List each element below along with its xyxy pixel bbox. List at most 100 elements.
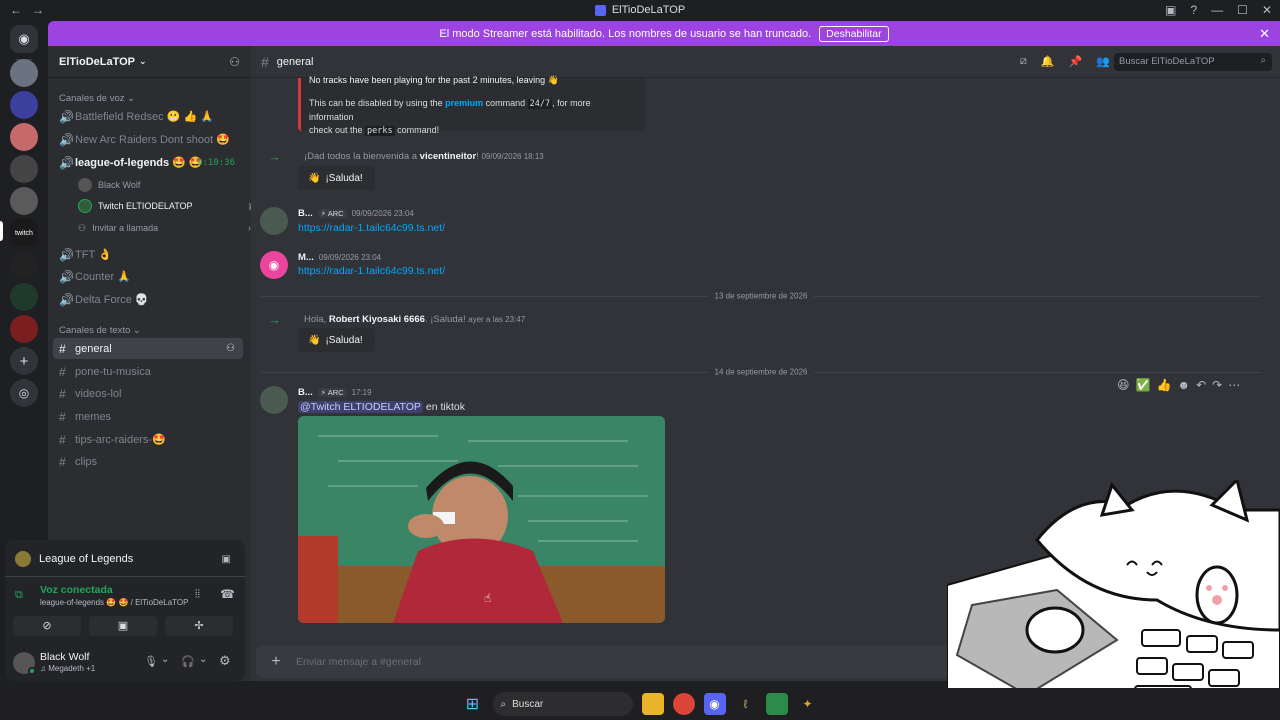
server-icon[interactable] bbox=[10, 315, 38, 343]
speaker-icon: 🔊 bbox=[59, 292, 74, 307]
user-info[interactable]: Black Wolf ♫ Megadeth +1 bbox=[13, 650, 153, 676]
voice-channel[interactable]: 🔊 New Arc Raiders Dont shoot 🤩 bbox=[53, 129, 243, 150]
invite-icon[interactable]: ⚇ bbox=[226, 343, 235, 354]
text-channel[interactable]: # memes bbox=[53, 406, 243, 427]
server-icon[interactable] bbox=[10, 283, 38, 311]
forward-icon[interactable]: ↷ bbox=[1212, 378, 1222, 392]
discord-home-icon[interactable]: ◉ bbox=[10, 25, 38, 53]
close-banner-icon[interactable]: ✕ bbox=[1259, 26, 1270, 42]
chevron-down-icon[interactable]: ⌄ bbox=[199, 654, 207, 665]
camera-button[interactable]: ⊘ bbox=[13, 616, 81, 636]
voice-user[interactable]: Black Wolf bbox=[78, 176, 140, 194]
text-category[interactable]: Canales de texto ⌄ bbox=[48, 322, 141, 338]
inbox-icon[interactable]: ▣ bbox=[1165, 3, 1176, 17]
member-list-icon[interactable]: 👥 bbox=[1096, 55, 1110, 68]
add-server-icon[interactable]: + bbox=[10, 347, 38, 375]
activity-row[interactable]: League of Legends ▣ bbox=[15, 548, 235, 570]
server-name: ElTioDeLaTOP bbox=[59, 55, 136, 68]
invite-call[interactable]: ⚇ Invitar a llamada › bbox=[78, 219, 251, 237]
add-reaction-icon[interactable]: ☻ bbox=[1177, 378, 1190, 392]
author-name[interactable]: M... bbox=[298, 252, 314, 263]
channel-title: general bbox=[276, 55, 314, 68]
voice-channel-label: Battlefield Redsec 😬 👍 🙏 bbox=[75, 111, 214, 123]
close-window-icon[interactable]: ✕ bbox=[1262, 3, 1272, 17]
taskbar-search[interactable]: ⌕ Buscar bbox=[492, 692, 633, 716]
joined-user[interactable]: Robert Kiyosaki 6666 bbox=[329, 314, 425, 325]
windows-start-icon[interactable]: ⊞ bbox=[462, 693, 484, 715]
threads-icon[interactable]: ⧄ bbox=[1020, 55, 1027, 68]
discord-avatar-icon[interactable]: ◉ bbox=[260, 251, 288, 279]
notification-bell-icon[interactable]: 🔔 bbox=[1041, 55, 1055, 68]
disable-button[interactable]: Deshabilitar bbox=[819, 25, 889, 42]
voice-channel-path[interactable]: league-of-legends 🤩 🤩 / ElTioDeLaTOP bbox=[40, 598, 188, 607]
check-reaction-icon[interactable]: ✅ bbox=[1136, 378, 1151, 392]
game-icon[interactable]: ✦ bbox=[797, 693, 819, 715]
server-icon[interactable] bbox=[10, 251, 38, 279]
wave-sticker-icon: 👋 bbox=[308, 172, 321, 184]
microphone-icon[interactable]: 🎙 bbox=[144, 655, 158, 668]
attach-plus-icon[interactable]: + bbox=[256, 653, 296, 671]
server-icon[interactable] bbox=[10, 91, 38, 119]
text-channel-general[interactable]: # general ⚇ bbox=[53, 338, 243, 359]
voice-channel[interactable]: 🔊 TFT 👌 bbox=[53, 244, 243, 265]
activities-button[interactable]: ✢ bbox=[165, 616, 233, 636]
author-name[interactable]: B... bbox=[298, 208, 313, 219]
user-mention[interactable]: @Twitch ELTIODELATOP bbox=[298, 401, 423, 413]
server-icon[interactable] bbox=[10, 123, 38, 151]
noise-suppression-icon[interactable]: ⦙⦙ bbox=[195, 588, 200, 601]
message-link[interactable]: https://radar-1.tailc64c99.ts.net/ bbox=[298, 265, 445, 277]
attached-image[interactable]: ☝ bbox=[298, 416, 665, 623]
signal-icon[interactable]: ⧉ bbox=[15, 589, 23, 602]
disconnect-icon[interactable]: ☎ bbox=[220, 587, 235, 601]
author-name[interactable]: B... bbox=[298, 387, 313, 398]
server-icon-eltiodelatop[interactable]: twitch bbox=[10, 219, 38, 247]
voice-channel[interactable]: 🔊 Counter 🙏 bbox=[53, 266, 243, 287]
maximize-icon[interactable]: ☐ bbox=[1237, 3, 1248, 17]
file-explorer-icon[interactable] bbox=[641, 693, 664, 715]
text-channel[interactable]: # videos-lol bbox=[53, 383, 243, 404]
chrome-icon[interactable] bbox=[672, 693, 695, 715]
avatar[interactable] bbox=[260, 207, 288, 235]
search-input[interactable]: Buscar ElTioDeLaTOP ⌕ bbox=[1114, 53, 1272, 71]
voice-connected-label[interactable]: Voz conectada bbox=[40, 584, 113, 596]
pinned-icon[interactable]: 📌 bbox=[1069, 55, 1083, 68]
app-icon[interactable] bbox=[765, 693, 788, 715]
voice-channel[interactable]: 🔊 Battlefield Redsec 😬 👍 🙏 bbox=[53, 106, 243, 127]
discover-icon[interactable]: ◎ bbox=[10, 379, 38, 407]
joined-user[interactable]: vicentineitor bbox=[420, 151, 477, 162]
reply-icon[interactable]: ↶ bbox=[1196, 378, 1206, 392]
discord-taskbar-icon[interactable]: ◉ bbox=[703, 693, 726, 715]
premium-link[interactable]: premium bbox=[445, 98, 483, 108]
server-icon[interactable] bbox=[10, 155, 38, 183]
voice-channel[interactable]: 🔊 Delta Force 💀 bbox=[53, 289, 243, 310]
headset-icon[interactable]: 🎧 bbox=[181, 655, 195, 668]
league-client-icon[interactable]: ℓ bbox=[735, 693, 757, 715]
screen-share-button[interactable]: ▣ bbox=[89, 616, 157, 636]
help-icon[interactable]: ? bbox=[1190, 3, 1197, 17]
stream-activity-icon[interactable]: ▣ bbox=[222, 554, 231, 565]
text-channel[interactable]: # clips bbox=[53, 451, 243, 472]
more-options-icon[interactable]: ⋯ bbox=[1228, 378, 1240, 392]
text-channel[interactable]: # tips-arc-raiders-🤩 bbox=[53, 429, 243, 450]
voice-user[interactable]: Twitch ELTIODELATOP▣ bbox=[78, 197, 257, 215]
guild-tag[interactable]: ⚡ ARC bbox=[317, 209, 347, 218]
wave-button[interactable]: 👋 ¡Saluda! bbox=[298, 166, 375, 190]
server-header[interactable]: ElTioDeLaTOP ⌄ ⚇ bbox=[48, 46, 251, 78]
message-link[interactable]: https://radar-1.tailc64c99.ts.net/ bbox=[298, 222, 445, 234]
avatar[interactable] bbox=[260, 386, 288, 414]
embed-text: command! bbox=[394, 125, 440, 135]
guild-tag[interactable]: ⚡ ARC bbox=[317, 388, 347, 397]
voice-category[interactable]: Canales de voz ⌄ bbox=[48, 90, 135, 106]
voice-channel-active[interactable]: 🔊 league-of-legends 🤩 🤩 9:10:36 bbox=[53, 152, 243, 173]
server-icon[interactable] bbox=[10, 187, 38, 215]
minimize-icon[interactable]: — bbox=[1211, 3, 1223, 17]
settings-gear-icon[interactable]: ⚙ bbox=[219, 653, 231, 669]
text-channel[interactable]: # pone-tu-musica bbox=[53, 361, 243, 382]
chevron-down-icon[interactable]: ⌄ bbox=[161, 654, 169, 665]
server-icon[interactable] bbox=[10, 59, 38, 87]
laugh-reaction-icon[interactable]: 😆 bbox=[1117, 378, 1130, 392]
wave-button[interactable]: 👋 ¡Saluda! bbox=[298, 328, 375, 352]
thumbs-up-reaction-icon[interactable]: 👍 bbox=[1156, 378, 1171, 392]
add-member-icon[interactable]: ⚇ bbox=[229, 55, 240, 69]
selected-server-pill bbox=[0, 221, 3, 241]
